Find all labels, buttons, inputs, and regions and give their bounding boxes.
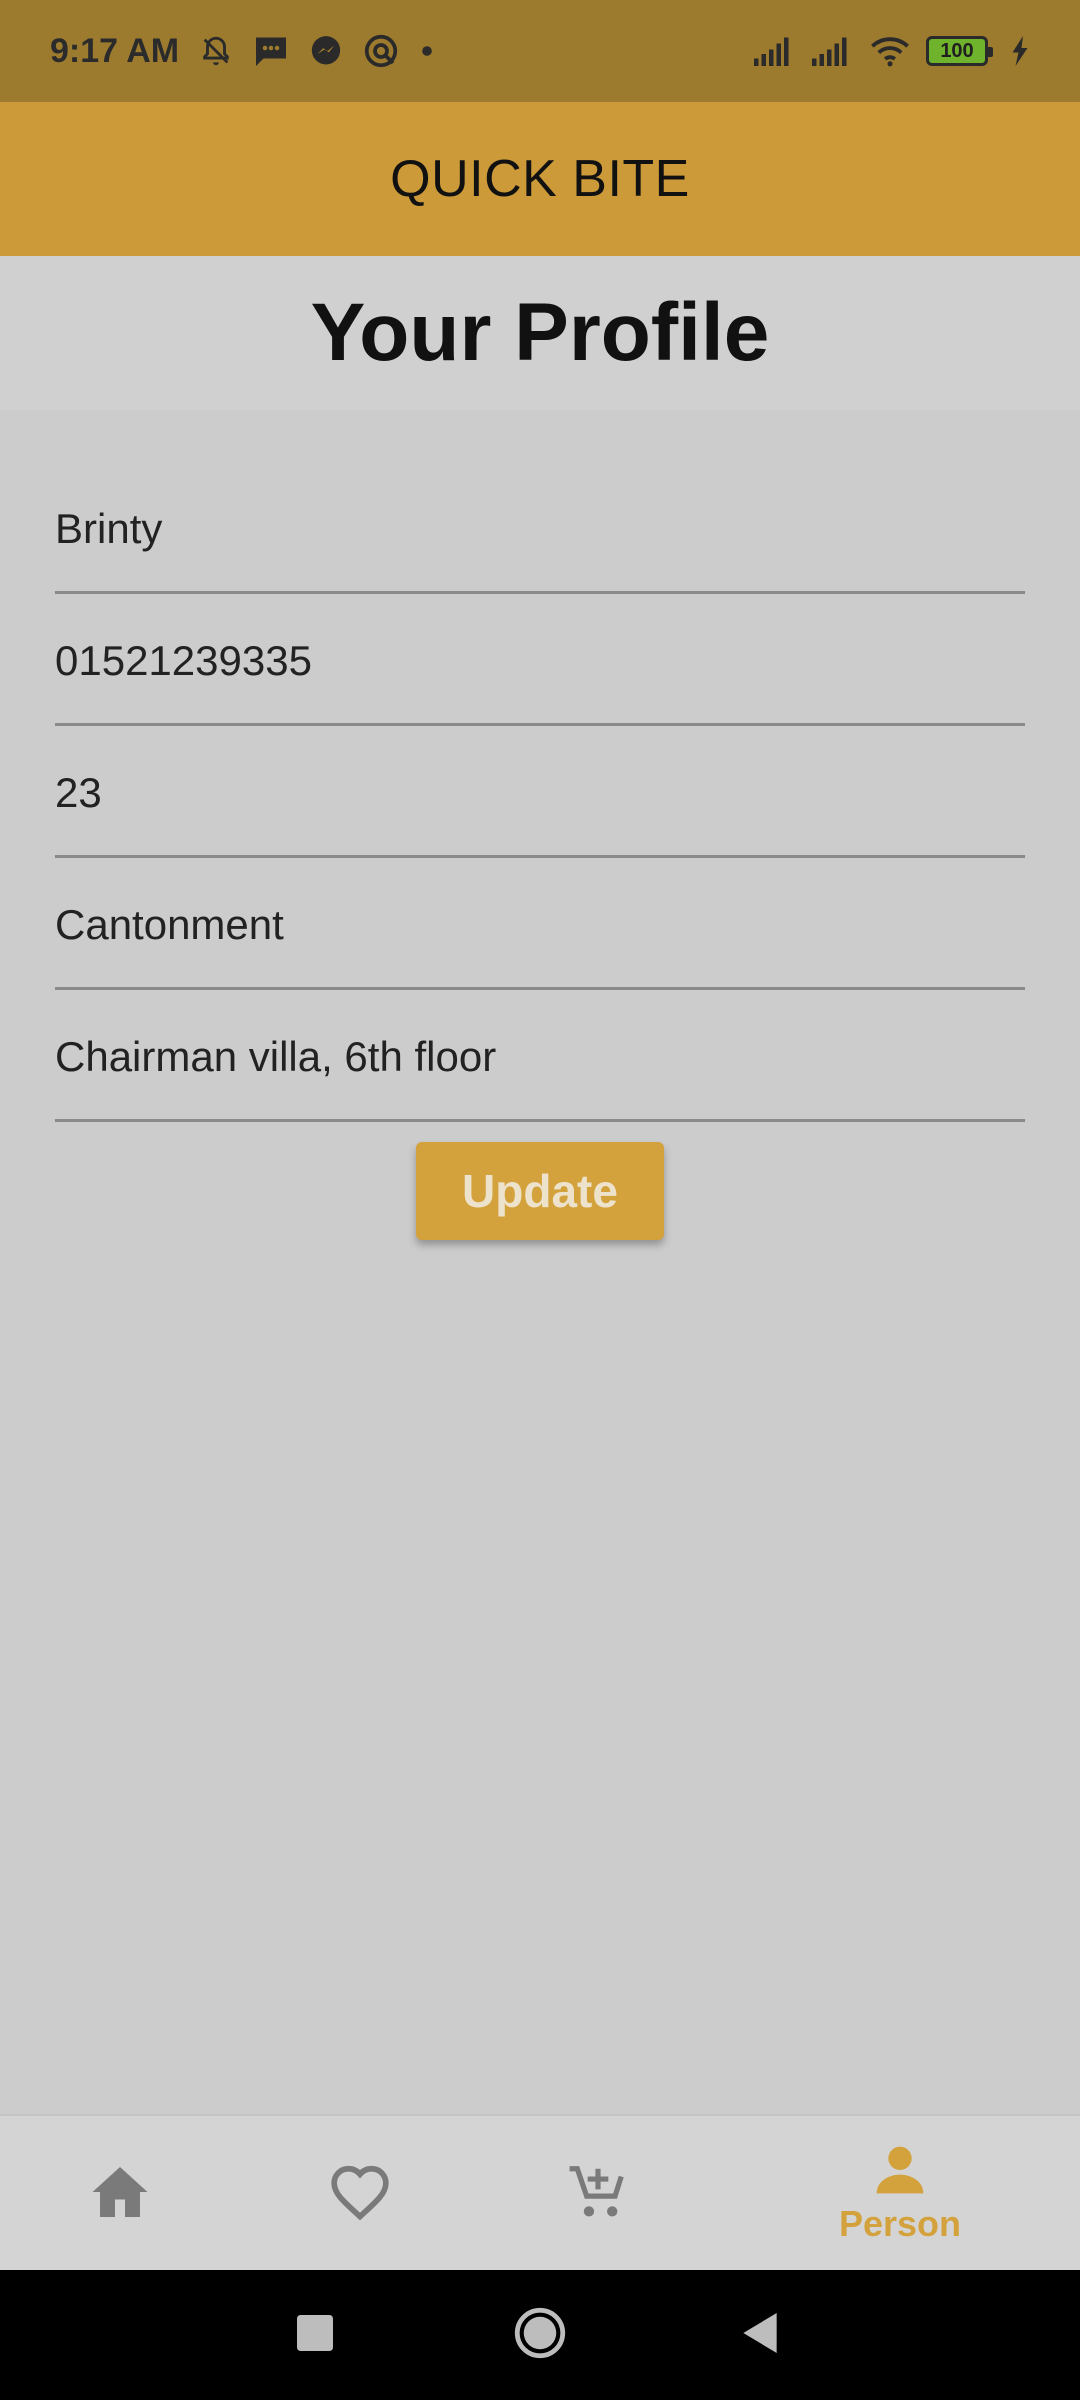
wifi-icon (870, 35, 910, 67)
nav-item-person[interactable]: Person (800, 2116, 1000, 2272)
mute-icon (199, 34, 233, 68)
profile-form (55, 462, 1025, 1122)
area-field[interactable] (55, 900, 1025, 949)
bottom-nav: Person (0, 2114, 1080, 2270)
heart-icon (329, 2163, 391, 2226)
status-left: 9:17 AM (50, 32, 435, 71)
name-field-row (55, 462, 1025, 594)
back-triangle-icon (742, 2312, 778, 2358)
app-bar: QUICK BITE (0, 102, 1080, 256)
signal-icon (754, 36, 796, 66)
square-icon (297, 2314, 333, 2356)
status-time: 9:17 AM (50, 31, 180, 70)
app-icon (363, 33, 399, 69)
area-field-row (55, 858, 1025, 990)
home-icon (90, 2164, 150, 2225)
address-field[interactable] (55, 1032, 1025, 1081)
messenger-icon (309, 34, 343, 68)
message-icon (253, 34, 289, 68)
address-field-row (55, 990, 1025, 1122)
page-title: Your Profile (310, 287, 770, 378)
phone-field-row (55, 594, 1025, 726)
nav-item-cart[interactable] (548, 2116, 648, 2272)
nav-item-home[interactable] (70, 2116, 170, 2272)
age-field[interactable] (55, 768, 1025, 817)
dot-icon (419, 43, 435, 59)
nav-item-favorites[interactable] (310, 2116, 410, 2272)
home-system-button[interactable] (490, 2270, 590, 2400)
name-field[interactable] (55, 504, 1025, 553)
app-title: QUICK BITE (390, 150, 690, 208)
add-cart-icon (567, 2161, 629, 2228)
back-button[interactable] (710, 2270, 810, 2400)
person-icon (872, 2144, 928, 2201)
recents-button[interactable] (265, 2270, 365, 2400)
update-button[interactable]: Update (416, 1142, 664, 1240)
phone-field[interactable] (55, 636, 1025, 685)
system-nav-bar (0, 2270, 1080, 2400)
profile-header: Your Profile (0, 256, 1080, 410)
battery-icon: 100 (926, 36, 993, 66)
nav-label-person: Person (838, 2202, 962, 2244)
status-bar: 9:17 AM 100 (0, 0, 1080, 102)
circle-icon (514, 2307, 566, 2364)
age-field-row (55, 726, 1025, 858)
signal-icon (812, 36, 854, 66)
status-right: 100 (754, 35, 1030, 67)
charging-icon (1010, 36, 1030, 66)
